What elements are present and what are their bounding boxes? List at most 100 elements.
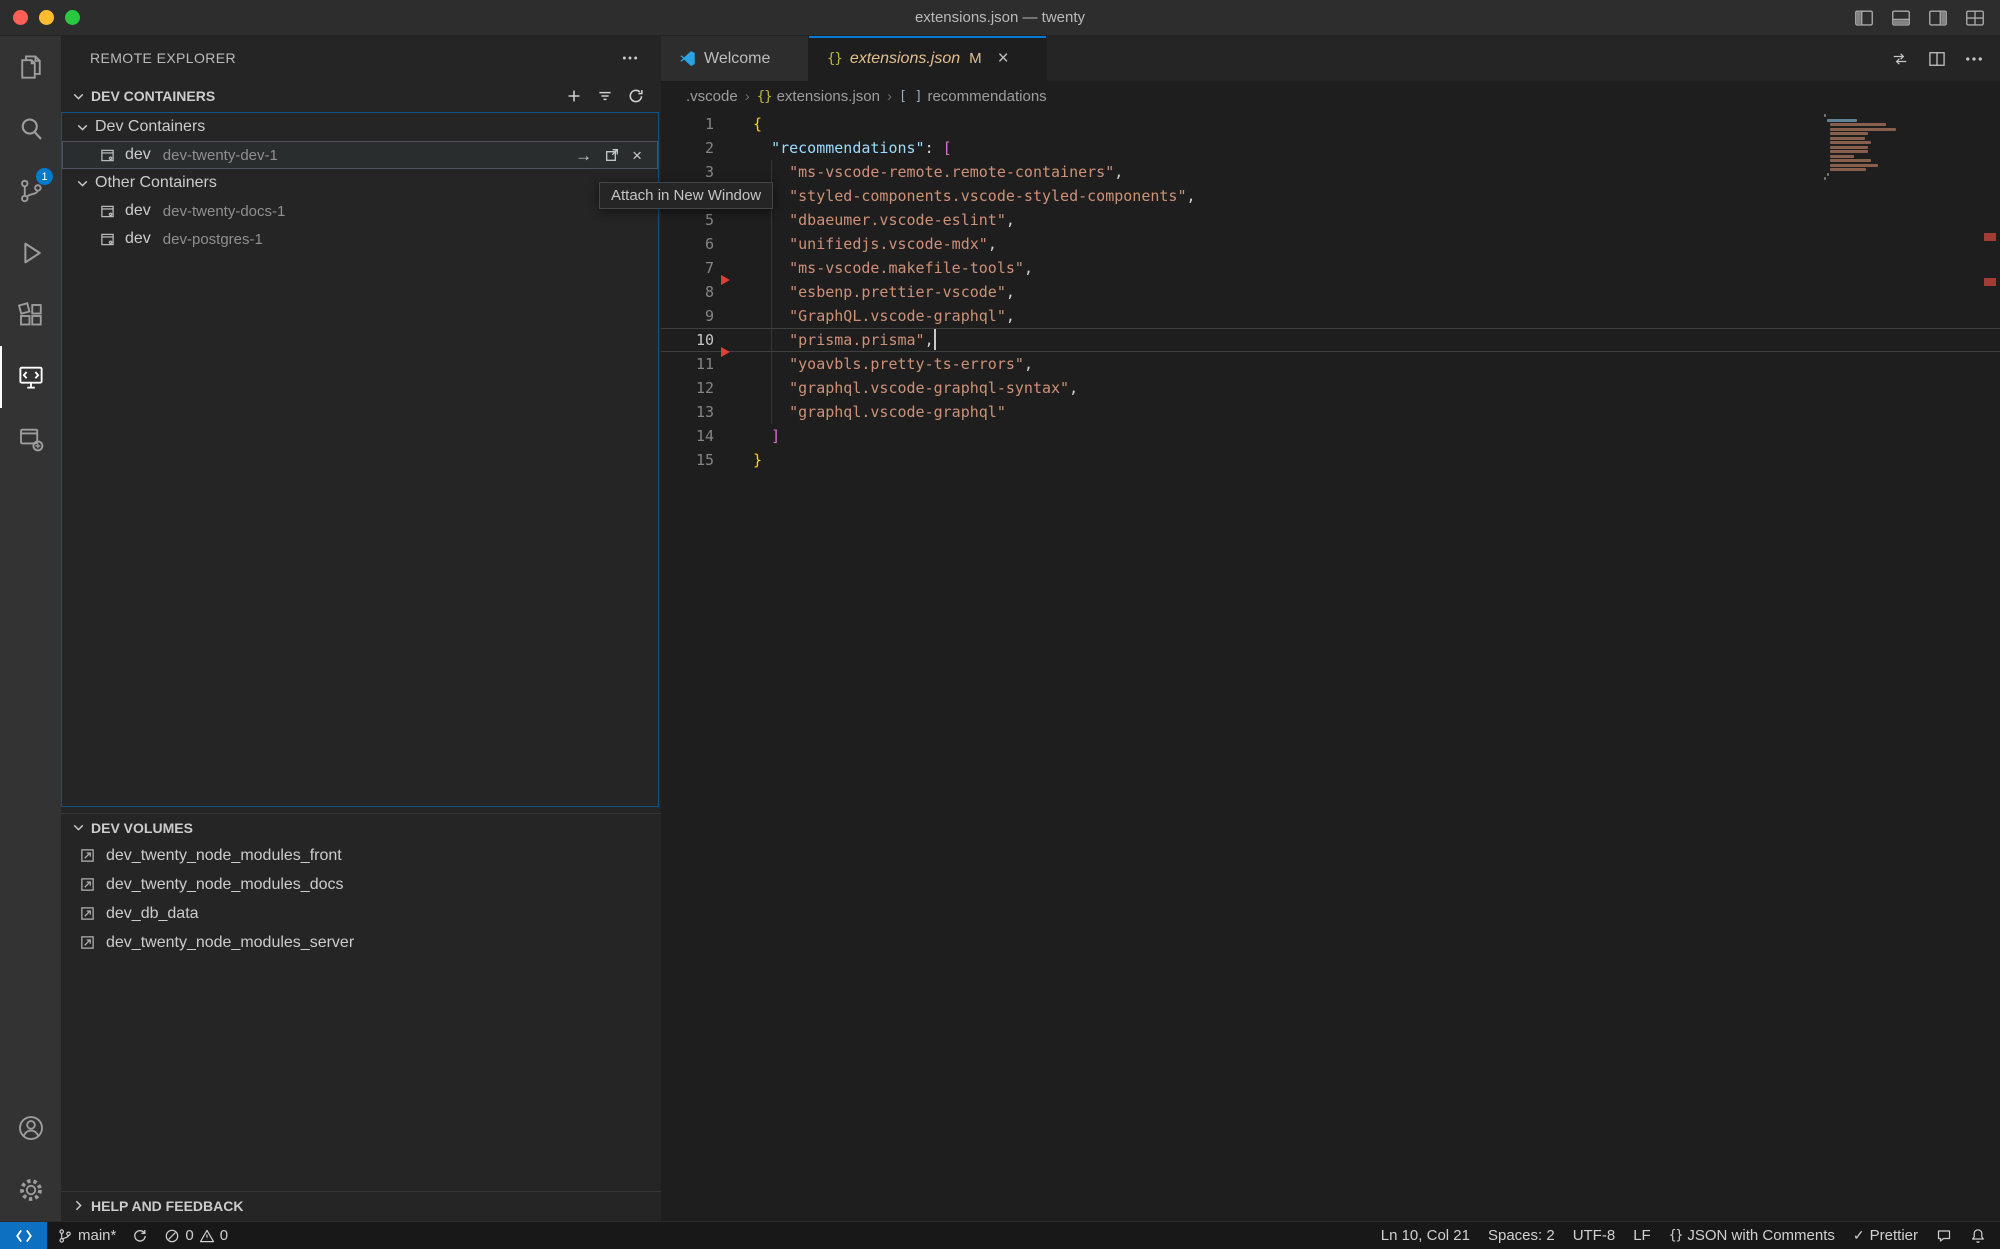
tree-group-other-containers[interactable]: Other Containers [62, 169, 658, 197]
breadcrumb-recommendations[interactable]: [ ]recommendations [899, 88, 1047, 105]
indentation[interactable]: Spaces: 2 [1488, 1227, 1555, 1244]
error-icon [164, 1228, 180, 1244]
sync-changes[interactable] [132, 1228, 148, 1244]
code-line-4[interactable]: 4 "styled-components.vscode-styled-compo… [661, 184, 2000, 208]
problems[interactable]: 0 0 [164, 1227, 228, 1244]
line-content: "ms-vscode.makefile-tools", [714, 256, 1033, 280]
breadcrumb-label: extensions.json [777, 88, 880, 105]
volume-dev-twenty-node-modules-docs[interactable]: dev_twenty_node_modules_docs [61, 870, 661, 899]
editor-actions [1874, 36, 2000, 81]
section-dev-containers[interactable]: DEV CONTAINERS [61, 80, 661, 112]
stop-container-icon[interactable]: × [632, 147, 642, 164]
warning-count: 0 [220, 1227, 228, 1244]
settings-icon[interactable] [0, 1159, 61, 1221]
code-line-2[interactable]: 2 "recommendations": [ [661, 136, 2000, 160]
code-line-12[interactable]: 12 "graphql.vscode-graphql-syntax", [661, 376, 2000, 400]
code-line-10[interactable]: 10 "prisma.prisma", [661, 328, 2000, 352]
accounts-icon[interactable] [0, 1097, 61, 1159]
search-icon[interactable] [0, 98, 61, 160]
tree-group-dev-containers[interactable]: Dev Containers [62, 113, 658, 141]
encoding-label: UTF-8 [1573, 1227, 1616, 1244]
ruler-mark [1984, 278, 1996, 286]
customize-layout-icon[interactable] [1964, 7, 1986, 29]
extensions-icon[interactable] [0, 284, 61, 346]
line-content: "dbaeumer.vscode-eslint", [714, 208, 1015, 232]
line-number: 12 [661, 376, 714, 400]
code-line-7[interactable]: 7 "ms-vscode.makefile-tools", [661, 256, 2000, 280]
branch-icon [57, 1228, 73, 1244]
eol[interactable]: LF [1633, 1227, 1651, 1244]
sidebar-more-actions-icon[interactable] [621, 49, 639, 67]
remote-indicator[interactable] [0, 1222, 47, 1249]
remote-icon [15, 1227, 33, 1245]
sync-icon [132, 1228, 148, 1244]
cursor-position[interactable]: Ln 10, Col 21 [1381, 1227, 1470, 1244]
feedback[interactable] [1936, 1228, 1952, 1244]
toggle-secondary-sidebar-icon[interactable] [1927, 7, 1949, 29]
breadcrumb-extensions-json[interactable]: {}extensions.json [757, 88, 880, 105]
git-branch[interactable]: main* [57, 1227, 116, 1244]
source-control-icon[interactable]: 1 [0, 160, 61, 222]
sidebar-title: REMOTE EXPLORER [90, 50, 236, 66]
tab-extensions-json[interactable]: {}extensions.jsonM× [809, 36, 1047, 81]
encoding[interactable]: UTF-8 [1573, 1227, 1616, 1244]
braces-icon: {} [1669, 1228, 1683, 1243]
run-debug-icon[interactable] [0, 222, 61, 284]
refresh-icon[interactable] [627, 87, 645, 105]
attach-new-window-icon[interactable] [604, 147, 620, 163]
notifications[interactable] [1970, 1228, 1986, 1244]
code-line-14[interactable]: 14 ] [661, 424, 2000, 448]
code-line-15[interactable]: 15} [661, 448, 2000, 472]
filter-icon[interactable] [596, 87, 614, 105]
line-content: } [714, 448, 762, 472]
tree-group-label: Other Containers [95, 174, 217, 192]
containers-icon[interactable] [0, 408, 61, 470]
explorer-icon[interactable] [0, 36, 61, 98]
chevron-down-icon [70, 88, 87, 105]
code-line-5[interactable]: 5 "dbaeumer.vscode-eslint", [661, 208, 2000, 232]
toggle-primary-sidebar-icon[interactable] [1853, 7, 1875, 29]
bell-icon [1970, 1228, 1986, 1244]
toggle-panel-icon[interactable] [1890, 7, 1912, 29]
new-dev-container-icon[interactable] [565, 87, 583, 105]
volume-dev-twenty-node-modules-server[interactable]: dev_twenty_node_modules_server [61, 928, 661, 957]
code-editor[interactable]: 1{2 "recommendations": [3 "ms-vscode-rem… [661, 112, 2000, 1221]
container-item-dev-twenty-docs-1[interactable]: dev dev-twenty-docs-1 [62, 197, 658, 225]
dev-containers-tree: Dev Containersdevdev-twenty-dev-1→×Other… [61, 112, 659, 807]
remote-explorer-icon[interactable] [0, 346, 61, 408]
open-changes-icon[interactable] [1890, 49, 1910, 69]
container-description: dev-twenty-docs-1 [163, 203, 286, 220]
breadcrumb--vscode[interactable]: .vscode [686, 88, 738, 105]
minimap[interactable] [1824, 114, 1900, 182]
code-line-1[interactable]: 1{ [661, 112, 2000, 136]
line-content: "graphql.vscode-graphql" [714, 400, 1006, 424]
cursor-position-label: Ln 10, Col 21 [1381, 1227, 1470, 1244]
tab-welcome[interactable]: Welcome [661, 36, 809, 81]
breadcrumb-separator: › [745, 88, 750, 105]
formatter[interactable]: ✓Prettier [1853, 1227, 1918, 1244]
code-line-13[interactable]: 13 "graphql.vscode-graphql" [661, 400, 2000, 424]
line-content: "esbenp.prettier-vscode", [714, 280, 1015, 304]
close-tab-icon[interactable]: × [998, 48, 1009, 70]
section-help-and-feedback[interactable]: HELP AND FEEDBACK [61, 1191, 661, 1219]
attach-container-icon[interactable]: → [575, 147, 592, 164]
section-label: HELP AND FEEDBACK [91, 1198, 661, 1214]
container-item-dev-postgres-1[interactable]: devdev-postgres-1 [62, 225, 658, 253]
more-actions-icon[interactable] [1964, 49, 1984, 69]
minimap-line [1830, 141, 1871, 144]
language-mode[interactable]: {} JSON with Comments [1669, 1227, 1835, 1244]
dev-volumes-header[interactable]: DEV VOLUMES [61, 813, 661, 841]
code-line-6[interactable]: 6 "unifiedjs.vscode-mdx", [661, 232, 2000, 256]
line-content: "graphql.vscode-graphql-syntax", [714, 376, 1078, 400]
feedback-icon [1936, 1228, 1952, 1244]
code-line-11[interactable]: 11 "yoavbls.pretty-ts-errors", [661, 352, 2000, 376]
container-name: dev [125, 202, 151, 220]
volume-dev-db-data[interactable]: dev_db_data [61, 899, 661, 928]
language-mode-label: JSON with Comments [1687, 1227, 1835, 1244]
volume-dev-twenty-node-modules-front[interactable]: dev_twenty_node_modules_front [61, 841, 661, 870]
code-line-9[interactable]: 9 "GraphQL.vscode-graphql", [661, 304, 2000, 328]
code-line-3[interactable]: 3 "ms-vscode-remote.remote-containers", [661, 160, 2000, 184]
container-item-dev-twenty-dev-1[interactable]: devdev-twenty-dev-1→× [62, 141, 658, 169]
code-line-8[interactable]: 8 "esbenp.prettier-vscode", [661, 280, 2000, 304]
split-editor-icon[interactable] [1927, 49, 1947, 69]
